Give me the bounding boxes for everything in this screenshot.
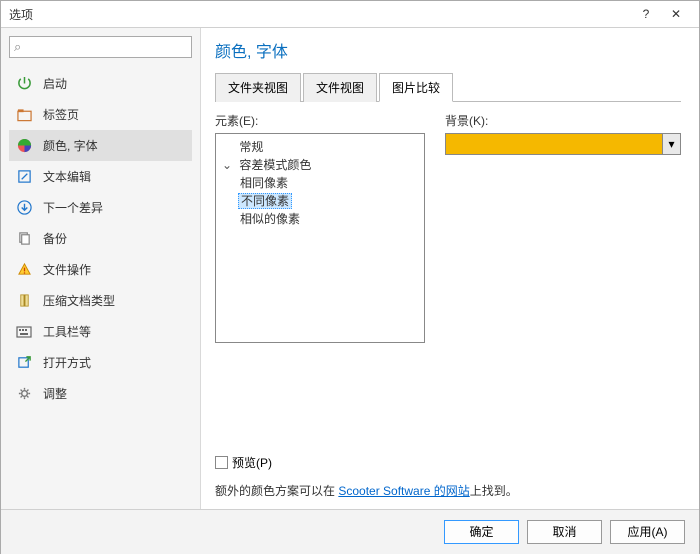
footer-link[interactable]: Scooter Software 的网站: [338, 484, 469, 498]
sidebar-item-backup[interactable]: 备份: [9, 223, 192, 254]
tree-item-similar-pixels[interactable]: 相似的像素: [238, 210, 418, 228]
sidebar-item-tweaks[interactable]: 调整: [9, 378, 192, 409]
tree-label: 常规: [237, 140, 265, 154]
help-button[interactable]: ?: [631, 7, 661, 21]
sidebar-item-label: 标签页: [43, 106, 79, 123]
sidebar-item-tabs[interactable]: 标签页: [9, 99, 192, 130]
sidebar-item-archive-types[interactable]: 压缩文档类型: [9, 285, 192, 316]
sidebar-item-label: 打开方式: [43, 354, 91, 371]
tree-item-tolerance-colors[interactable]: ⌄ 容差模式颜色: [222, 156, 418, 174]
tab-file-view[interactable]: 文件视图: [303, 73, 377, 102]
tree-label: 容差模式颜色: [237, 158, 313, 172]
search-input-wrap[interactable]: ⌕: [9, 36, 192, 58]
apply-button[interactable]: 应用(A): [610, 520, 685, 544]
sidebar-item-label: 调整: [43, 385, 67, 402]
ok-button[interactable]: 确定: [444, 520, 519, 544]
elements-label: 元素(E):: [215, 112, 425, 129]
tree-label: 相同像素: [238, 176, 290, 190]
gear-icon: [15, 386, 33, 402]
sidebar-item-colors-fonts[interactable]: 颜色, 字体: [9, 130, 192, 161]
cancel-button[interactable]: 取消: [527, 520, 602, 544]
tree-toggle-icon[interactable]: ⌄: [222, 156, 234, 174]
chevron-down-icon: ▾: [668, 137, 674, 151]
sidebar-item-label: 文本编辑: [43, 168, 91, 185]
search-input[interactable]: [25, 40, 187, 54]
footer-suffix: 上找到。: [470, 484, 518, 498]
sidebar-item-label: 启动: [43, 75, 67, 92]
sidebar-item-open-with[interactable]: 打开方式: [9, 347, 192, 378]
search-icon: ⌕: [14, 39, 21, 55]
sidebar-item-toolbars[interactable]: 工具栏等: [9, 316, 192, 347]
sidebar-item-label: 压缩文档类型: [43, 292, 115, 309]
footer-prefix: 额外的颜色方案可以在: [215, 484, 338, 498]
sidebar-item-label: 颜色, 字体: [43, 137, 98, 154]
sidebar-item-label: 工具栏等: [43, 323, 91, 340]
tab-folder-view[interactable]: 文件夹视图: [215, 73, 301, 102]
close-button[interactable]: ✕: [661, 7, 691, 21]
warning-icon: [15, 262, 33, 278]
background-color-swatch[interactable]: [445, 133, 663, 155]
color-dropdown-button[interactable]: ▾: [663, 133, 681, 155]
backup-icon: [15, 231, 33, 247]
window-title: 选项: [9, 6, 631, 23]
elements-tree[interactable]: 常规 ⌄ 容差模式颜色 相同像素 不同像素 相似的: [215, 133, 425, 343]
edit-icon: [15, 169, 33, 185]
tab-icon: [15, 107, 33, 123]
sidebar: ⌕ 启动 标签页 颜色, 字体 文本编辑 下一个差异 备份 文件: [1, 28, 201, 509]
zip-icon: [15, 293, 33, 309]
page-title: 颜色, 字体: [215, 38, 681, 62]
keyboard-icon: [15, 324, 33, 340]
open-with-icon: [15, 355, 33, 371]
palette-icon: [15, 138, 33, 154]
sidebar-item-next-diff[interactable]: 下一个差异: [9, 192, 192, 223]
tree-item-different-pixels[interactable]: 不同像素: [238, 192, 418, 210]
sidebar-item-file-ops[interactable]: 文件操作: [9, 254, 192, 285]
power-icon: [15, 76, 33, 92]
arrow-down-icon: [15, 200, 33, 216]
tree-label: 相似的像素: [238, 212, 302, 226]
footer-note: 额外的颜色方案可以在 Scooter Software 的网站上找到。: [215, 482, 518, 499]
tab-picture-compare[interactable]: 图片比较: [379, 73, 453, 102]
preview-checkbox[interactable]: [215, 456, 228, 469]
tree-item-general[interactable]: 常规: [222, 138, 418, 156]
background-label: 背景(K):: [445, 112, 681, 129]
sidebar-item-label: 备份: [43, 230, 67, 247]
tree-label: 不同像素: [238, 193, 292, 209]
sidebar-item-startup[interactable]: 启动: [9, 68, 192, 99]
sidebar-item-text-edit[interactable]: 文本编辑: [9, 161, 192, 192]
sidebar-item-label: 文件操作: [43, 261, 91, 278]
tree-item-same-pixels[interactable]: 相同像素: [238, 174, 418, 192]
preview-label: 预览(P): [232, 454, 272, 471]
sidebar-item-label: 下一个差异: [43, 199, 103, 216]
